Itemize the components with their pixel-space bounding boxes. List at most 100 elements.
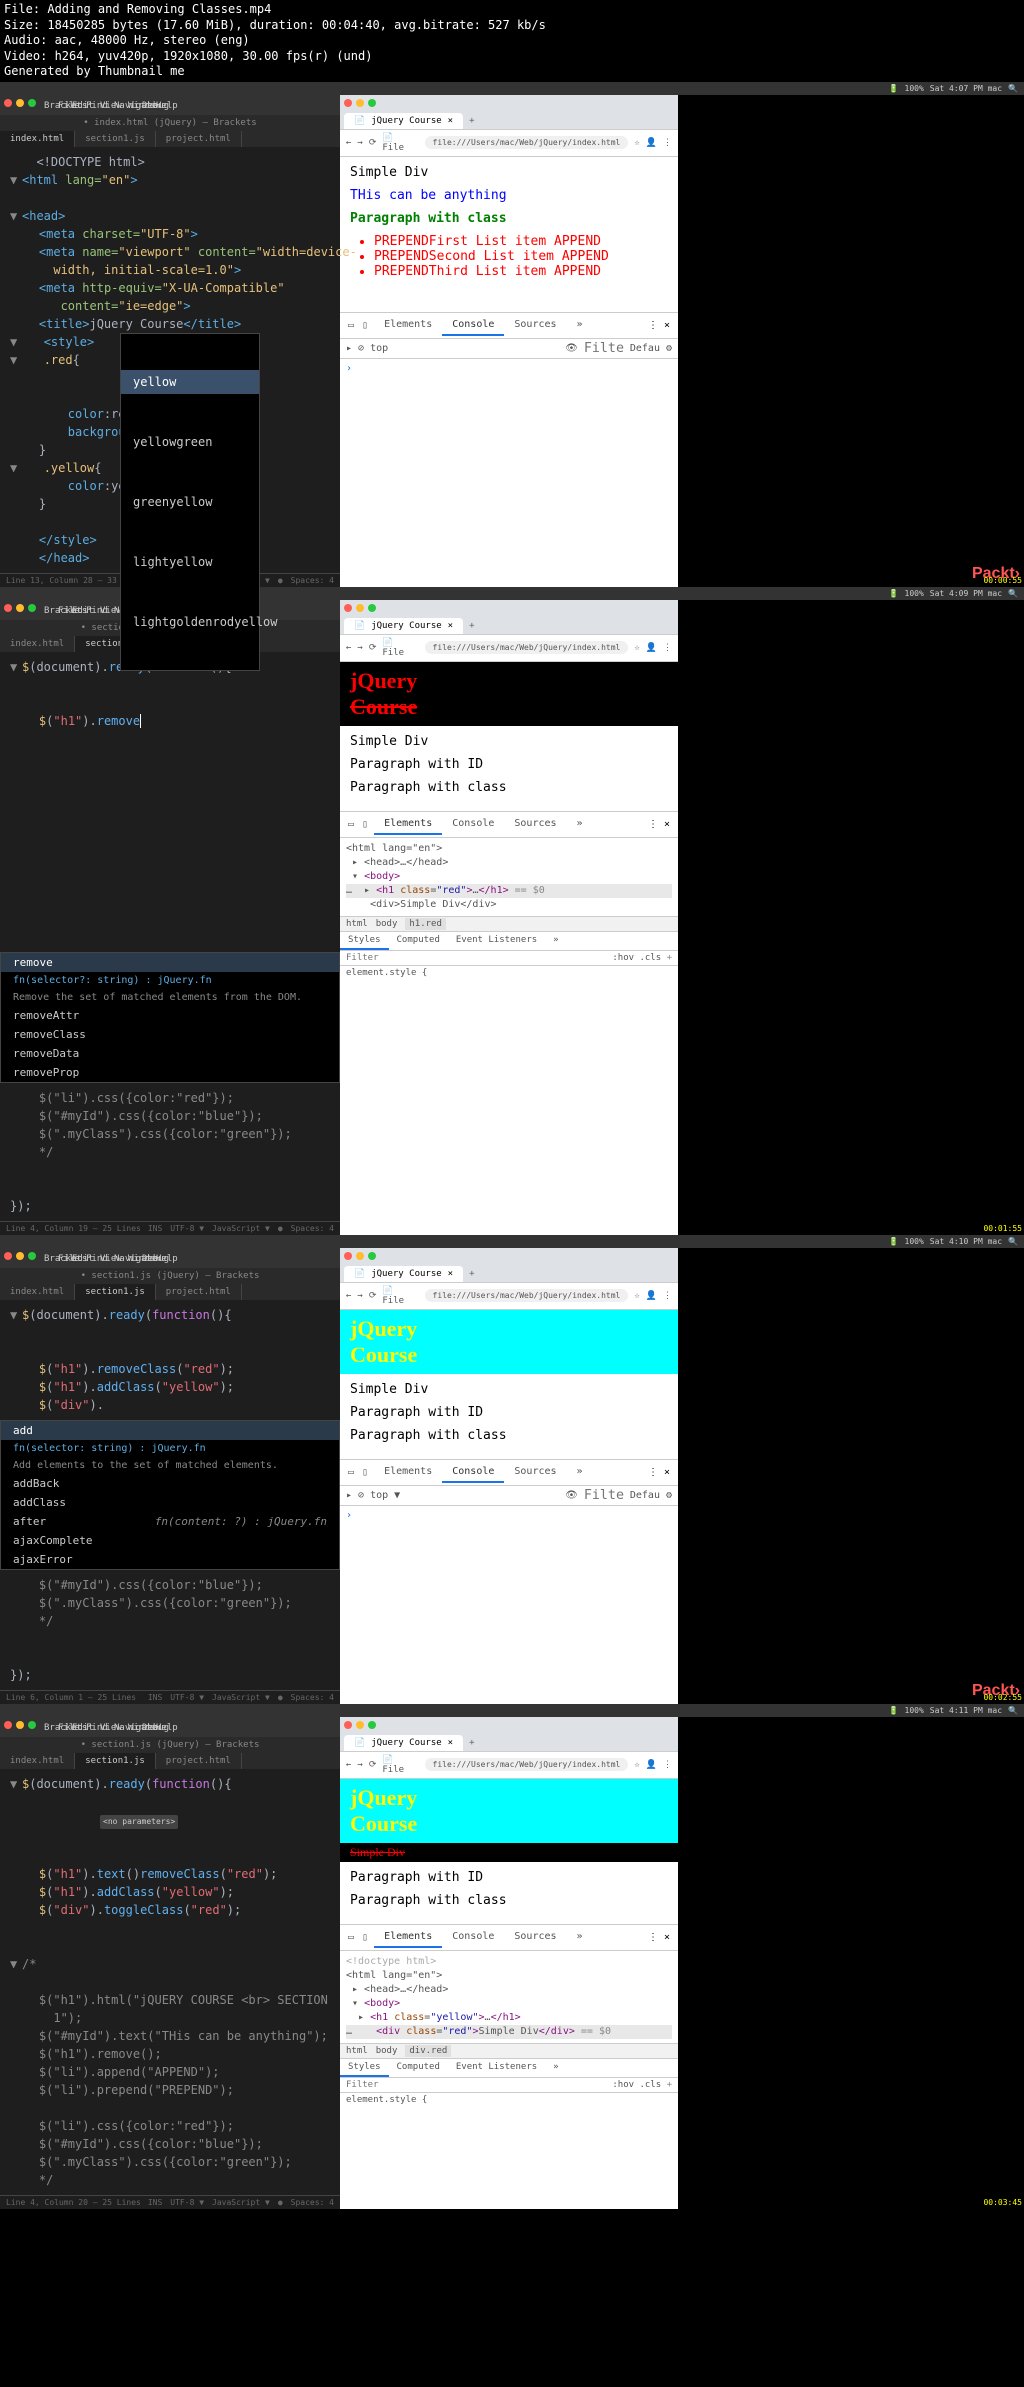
code-editor[interactable]: ▼$(document).ready(function(){ $("h1").r… [0,652,340,952]
device-icon[interactable]: ▯ [362,320,368,331]
dt-close-icon[interactable]: × [658,819,676,830]
search-icon[interactable]: 🔍 [1008,84,1018,93]
dt-menu-icon[interactable]: ⋮ [648,819,658,830]
clock: Sat 4:09 PM mac [930,589,1002,598]
star-icon[interactable]: ☆ [634,643,639,653]
breadcrumb[interactable]: htmlbodydiv.red [340,2043,678,2058]
star-icon[interactable]: ☆ [634,138,639,148]
para-class: Paragraph with class [350,780,668,795]
dt-tab-more[interactable]: » [567,315,593,336]
dt-tab-elements[interactable]: Elements [374,814,442,835]
menu-brackets[interactable]: Brackets [44,101,52,109]
close-icon[interactable] [4,99,12,107]
minimize-icon[interactable] [16,604,24,612]
new-tab-icon[interactable]: + [463,618,480,634]
inspect-icon[interactable]: ▭ [348,320,354,331]
autocomplete-remove[interactable]: remove fn(selector?: string) : jQuery.fn… [0,952,340,1083]
menu-debug[interactable]: Debug [142,101,150,109]
forward-icon[interactable]: → [357,643,362,653]
dt-tab-console[interactable]: Console [442,315,504,336]
menu-help[interactable]: Help [156,101,164,109]
context-select[interactable]: top [370,343,388,354]
tooltip: <no parameters> [100,1815,178,1829]
new-tab-icon[interactable]: + [463,113,480,129]
close-tab-icon[interactable]: × [448,116,453,126]
filter-input[interactable] [584,341,624,356]
page-favicon: 📄 [354,116,365,126]
dt-close-icon[interactable]: × [658,320,676,331]
inspect-icon[interactable]: ▭ [348,819,354,830]
minimize-icon[interactable] [16,99,24,107]
tab-section[interactable]: section1.js [75,131,156,147]
profile-icon[interactable]: 👤 [646,138,657,148]
settings-icon[interactable]: ⚙ [666,343,672,354]
browser-window: 📄 jQuery Course × + ← → ⟳ 📄 File file://… [340,95,678,587]
back-icon[interactable]: ← [346,138,351,148]
menu-icon[interactable]: ⋮ [663,643,672,653]
reload-icon[interactable]: ⟳ [369,643,377,653]
profile-icon[interactable]: 👤 [646,643,657,653]
device-icon[interactable]: ▯ [362,1467,368,1478]
menu-find[interactable]: Find [86,101,94,109]
h1-heading: jQuery Course [340,1779,678,1843]
dt-menu-icon[interactable]: ⋮ [648,320,658,331]
ac-removeattr[interactable]: removeAttr [1,1006,339,1025]
reload-icon[interactable]: ⟳ [369,138,377,148]
sidebar-icon[interactable]: ▸ [346,343,352,354]
minimize-icon[interactable] [356,99,364,107]
dt-tab-sources[interactable]: Sources [504,315,566,336]
styles-filter[interactable] [346,953,612,963]
clear-icon[interactable]: ⊘ [358,343,364,354]
ac-removeprop[interactable]: removeProp [1,1063,339,1082]
autocomplete-add[interactable]: add fn(selector: string) : jQuery.fn Add… [0,1420,340,1570]
ac-lightgoldenrod[interactable]: lightgoldenrodyellow [121,610,259,634]
maximize-icon[interactable] [28,604,36,612]
close-icon[interactable] [4,604,12,612]
dom-tree[interactable]: <html lang="en"> ▸ <head>…</head> ▾ <bod… [340,838,678,916]
close-tab-icon[interactable]: × [448,621,453,631]
ac-remove[interactable]: remove [1,953,339,972]
ac-removedata[interactable]: removeData [1,1044,339,1063]
browser-tab-active[interactable]: 📄 jQuery Course × [344,113,463,129]
dt-tab-elements[interactable]: Elements [374,315,442,336]
forward-icon[interactable]: → [357,138,362,148]
code-editor[interactable]: <!DOCTYPE html> ▼<html lang="en"> ▼<head… [0,147,340,573]
maximize-icon[interactable] [368,99,376,107]
menu-view[interactable]: View [100,101,108,109]
device-icon[interactable]: ▯ [362,819,368,830]
ac-yellowgreen[interactable]: yellowgreen [121,430,259,454]
close-icon[interactable] [344,99,352,107]
menu-navigate[interactable]: Navigate [114,101,122,109]
ac-signature: fn(selector?: string) : jQuery.fn [1,972,339,989]
tab-index[interactable]: index.html [0,131,75,147]
simple-div: Simple Div [350,734,668,749]
inspect-icon[interactable]: ▭ [348,1467,354,1478]
inspect-icon[interactable]: ▭ [348,1932,354,1943]
url-input[interactable]: file:///Users/mac/Web/jQuery/index.html [425,136,629,149]
ac-greenyellow[interactable]: greenyellow [121,490,259,514]
menu-icon[interactable]: ⋮ [663,138,672,148]
search-icon[interactable]: 🔍 [1008,589,1018,598]
menu-window[interactable]: Window [128,101,136,109]
eye-icon[interactable]: 👁 [565,343,578,354]
ac-yellow[interactable]: yellow [121,370,259,394]
breadcrumb[interactable]: htmlbodyh1.red [340,916,678,931]
dom-tree[interactable]: <!doctype html> <html lang="en"> ▸ <head… [340,1951,678,2043]
maximize-icon[interactable] [28,99,36,107]
device-icon[interactable]: ▯ [362,1932,368,1943]
menu-edit[interactable]: Edit [72,101,80,109]
tab-index[interactable]: index.html [0,636,75,652]
ac-description: Remove the set of matched elements from … [1,989,339,1006]
timestamp: 00:00:55 [983,576,1022,585]
autocomplete-colors[interactable]: yellow yellowgreen greenyellow lightyell… [120,333,260,671]
code-editor[interactable]: ▼$(document).ready(function(){ <no param… [0,1769,340,2195]
menu-file[interactable]: File [58,101,66,109]
search-icon[interactable]: 🔍 [1008,1237,1018,1246]
console-output[interactable]: › [340,359,678,419]
tab-project[interactable]: project.html [156,131,242,147]
ac-lightyellow[interactable]: lightyellow [121,550,259,574]
code-editor[interactable]: ▼$(document).ready(function(){ $("h1").r… [0,1300,340,1420]
window-controls: Brackets File Edit Find View Navigate Wi… [0,95,340,115]
ac-removeclass[interactable]: removeClass [1,1025,339,1044]
back-icon[interactable]: ← [346,643,351,653]
